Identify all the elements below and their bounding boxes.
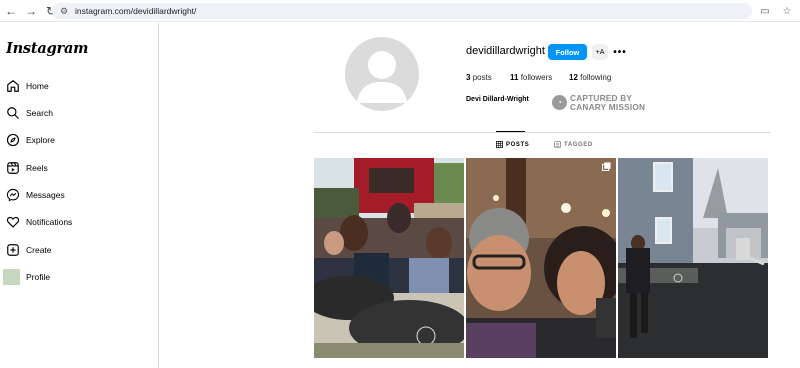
tab-label: POSTS	[506, 141, 530, 148]
post-image	[314, 158, 464, 358]
sidebar-item-profile[interactable]: Profile	[3, 267, 153, 287]
profile-full-name: Devi Dillard-Wright	[466, 96, 529, 103]
following-count[interactable]: 12 following	[569, 73, 611, 82]
back-icon[interactable]: ←	[2, 2, 20, 20]
sidebar-item-create[interactable]: Create	[5, 240, 153, 260]
profile-tabs-divider	[314, 132, 771, 133]
sidebar-item-label: Notifications	[26, 217, 73, 227]
canary-mission-stamp: ◔ CAPTURED BY CANARY MISSION	[552, 94, 645, 111]
followers-count-value: 11	[510, 73, 519, 82]
stamp-line-2: CANARY MISSION	[570, 101, 646, 112]
posts-count: 3 posts	[466, 73, 492, 82]
sidebar-item-label: Profile	[26, 272, 51, 282]
followers-count[interactable]: 11 followers	[510, 73, 552, 82]
home-icon	[5, 79, 20, 94]
url-text: instagram.com/devidillardwright/	[75, 6, 197, 16]
sidebar-item-search[interactable]: Search	[5, 103, 153, 123]
grid-icon	[496, 141, 503, 148]
sidebar-item-label: Search	[26, 108, 53, 118]
sidebar-item-label: Create	[26, 245, 52, 255]
active-tab-indicator	[496, 131, 525, 132]
following-count-label: following	[580, 73, 612, 82]
followers-count-label: followers	[520, 73, 553, 82]
sidebar-item-label: Home	[26, 81, 49, 91]
profile-username: devidillardwright	[466, 45, 545, 57]
following-count-value: 12	[569, 73, 578, 82]
posts-count-label: posts	[472, 73, 492, 82]
address-bar[interactable]: ⚙ instagram.com/devidillardwright/	[52, 3, 752, 19]
post-image	[466, 158, 616, 358]
sidebar-item-explore[interactable]: Explore	[5, 130, 153, 150]
instagram-logo[interactable]: Instagram	[6, 40, 89, 57]
browser-toolbar: ← → ↻ ⚙ instagram.com/devidillardwright/…	[0, 0, 800, 22]
search-icon	[5, 106, 20, 121]
forward-icon[interactable]: →	[22, 2, 40, 20]
post-thumbnail[interactable]	[314, 158, 464, 358]
avatar	[3, 269, 20, 285]
more-options-icon[interactable]: •••	[612, 44, 628, 60]
sidebar-item-reels[interactable]: Reels	[5, 158, 153, 178]
post-image	[618, 158, 768, 358]
tab-label: TAGGED	[564, 141, 593, 148]
carousel-icon	[602, 162, 611, 171]
site-settings-icon[interactable]: ⚙	[56, 6, 72, 17]
sidebar: Instagram Home Search Explore Reels Mess…	[0, 23, 159, 368]
tab-posts[interactable]: POSTS	[496, 141, 529, 148]
sidebar-item-label: Messages	[26, 190, 65, 200]
tagged-icon	[554, 141, 561, 148]
sidebar-item-messages[interactable]: Messages	[5, 185, 153, 205]
sidebar-item-home[interactable]: Home	[5, 76, 153, 96]
default-avatar-icon	[357, 51, 407, 103]
reels-icon	[5, 161, 20, 176]
posts-count-value: 3	[466, 73, 471, 82]
install-app-icon[interactable]: ▭	[758, 3, 772, 19]
messenger-icon	[5, 188, 20, 203]
plus-square-icon	[5, 243, 20, 258]
heart-icon	[5, 215, 20, 230]
post-thumbnail[interactable]	[466, 158, 616, 358]
post-thumbnail[interactable]	[618, 158, 768, 358]
sidebar-item-label: Explore	[26, 135, 55, 145]
tab-tagged[interactable]: TAGGED	[554, 141, 593, 148]
compass-icon	[5, 133, 20, 148]
profile-picture[interactable]	[345, 37, 419, 111]
bookmark-star-icon[interactable]: ☆	[780, 3, 794, 19]
sidebar-item-label: Reels	[26, 163, 48, 173]
sidebar-item-notifications[interactable]: Notifications	[5, 212, 153, 232]
suggested-accounts-button[interactable]: +A	[592, 44, 608, 60]
canary-mission-logo: ◔	[552, 95, 567, 110]
follow-button[interactable]: Follow	[548, 44, 587, 60]
